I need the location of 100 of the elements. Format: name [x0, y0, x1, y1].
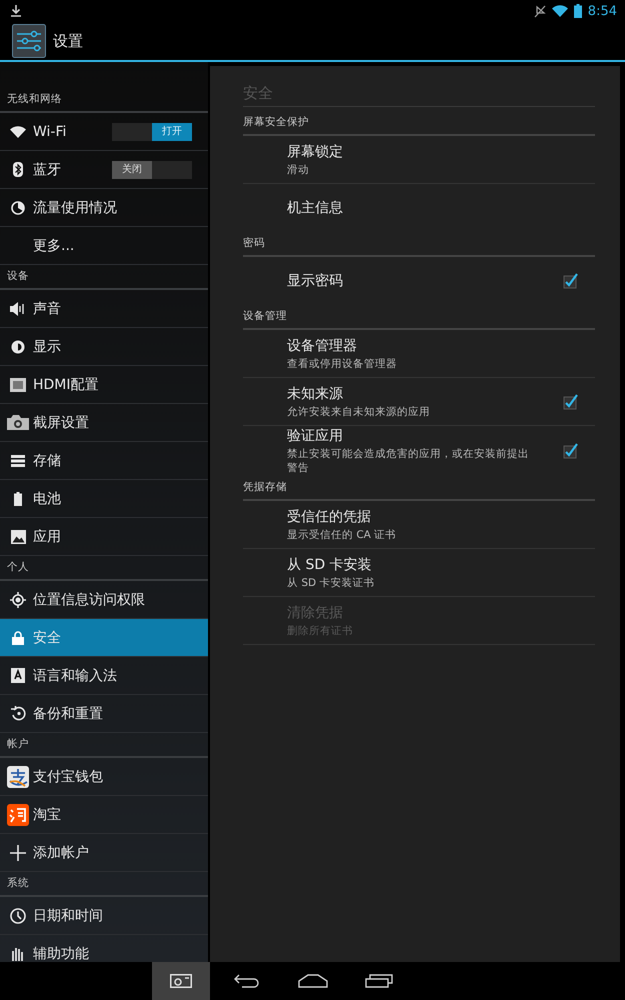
preference-title: 从 SD 卡安装 — [287, 556, 373, 574]
preference-item[interactable]: 设备管理器 查看或停用设备管理器 — [243, 330, 595, 378]
sidebar-item[interactable]: 语言和输入法 — [0, 657, 208, 695]
battery-icon — [574, 4, 582, 18]
category-header: 屏幕安全保护 — [243, 111, 595, 136]
sidebar-item-label: Wi-Fi — [33, 124, 68, 140]
preference-title: 验证应用 — [287, 427, 344, 445]
section-header: 系统 — [0, 872, 208, 897]
sidebar-item[interactable]: 支付宝钱包 — [0, 758, 208, 796]
settings-app-icon[interactable] — [12, 24, 46, 58]
sidebar-item-label: 应用 — [33, 528, 62, 546]
section-header: 无线和网络 — [0, 88, 208, 113]
checkbox[interactable] — [563, 273, 579, 289]
bluetooth-icon — [13, 162, 23, 177]
sidebar-item[interactable]: 添加帐户 — [0, 834, 208, 872]
sidebar-item[interactable]: 蓝牙 关闭 — [0, 151, 208, 189]
sidebar-item-label: 辅助功能 — [33, 944, 90, 962]
sidebar-item[interactable]: 显示 — [0, 328, 208, 366]
sidebar-item[interactable]: 安全 — [0, 619, 208, 657]
sidebar-item-label: 截屏设置 — [33, 414, 90, 432]
keyboard-letter-icon — [11, 668, 25, 683]
preference-summary: 允许安装来自未知来源的应用 — [287, 404, 431, 418]
pie-chart-icon — [11, 200, 25, 214]
wifi-icon — [10, 126, 26, 138]
category-header: 设备管理 — [243, 305, 595, 330]
sidebar-item-label: 蓝牙 — [33, 160, 62, 178]
plus-icon — [10, 844, 26, 860]
sidebar-item-label: 备份和重置 — [33, 704, 104, 722]
shopping-app-icon — [7, 804, 29, 826]
preference-title: 受信任的凭据 — [287, 508, 372, 526]
sidebar-item-label: HDMI配置 — [33, 376, 100, 394]
preference-item[interactable]: 机主信息 — [243, 184, 595, 232]
sidebar-item-label: 语言和输入法 — [33, 666, 118, 684]
preference-summary: 删除所有证书 — [287, 624, 354, 638]
preference-summary: 显示受信任的 CA 证书 — [287, 528, 398, 542]
square-icon — [10, 378, 26, 392]
section-header: 个人 — [0, 556, 208, 581]
sidebar-item-label: 电池 — [33, 490, 62, 508]
sidebar-item-label: 显示 — [33, 338, 62, 356]
battery-icon — [14, 492, 22, 506]
sidebar-item-label: 添加帐户 — [33, 844, 90, 862]
sidebar-item[interactable]: 备份和重置 — [0, 695, 208, 733]
preference-title: 清除凭据 — [287, 604, 344, 622]
preference-item[interactable]: 受信任的凭据 显示受信任的 CA 证书 — [243, 501, 595, 549]
image-icon — [10, 530, 26, 544]
sidebar-item-label: 日期和时间 — [33, 906, 104, 924]
preference-item[interactable]: 从 SD 卡安装 从 SD 卡安装证书 — [243, 549, 595, 597]
preference-item[interactable]: 未知来源 允许安装来自未知来源的应用 — [243, 378, 595, 426]
preference-summary: 从 SD 卡安装证书 — [287, 576, 376, 590]
sidebar-item[interactable]: HDMI配置 — [0, 366, 208, 404]
screenshot-button[interactable] — [152, 962, 210, 1000]
section-header: 帐户 — [0, 733, 208, 758]
sidebar-item-label: 流量使用情况 — [33, 198, 118, 216]
preference-item[interactable]: 显示密码 — [243, 257, 595, 305]
sidebar-item[interactable]: 截屏设置 — [0, 404, 208, 442]
speaker-icon — [10, 302, 26, 316]
app-title: 设置 — [53, 32, 83, 50]
preference-title: 未知来源 — [287, 384, 344, 402]
restore-icon — [10, 706, 26, 721]
sidebar-item-label: 淘宝 — [33, 806, 62, 824]
sidebar-item-label: 更多... — [33, 236, 76, 254]
section-header: 设备 — [0, 265, 208, 290]
sidebar-item[interactable]: 声音 — [0, 290, 208, 328]
preference-title: 显示密码 — [287, 272, 344, 290]
wifi-icon — [552, 5, 568, 17]
storage-icon — [11, 454, 25, 466]
sidebar-item-label: 声音 — [33, 300, 62, 318]
preference-summary: 禁止安装可能会造成危害的应用，或在安装前提出警告 — [287, 447, 530, 475]
preference-title: 屏幕锁定 — [287, 142, 344, 160]
preference-item[interactable]: 验证应用 禁止安装可能会造成危害的应用，或在安装前提出警告 — [243, 426, 595, 476]
sidebar-item-label: 支付宝钱包 — [33, 768, 104, 786]
sidebar-item[interactable]: 应用 — [0, 518, 208, 556]
sidebar-item[interactable]: 流量使用情况 — [0, 189, 208, 227]
sidebar-item[interactable]: 更多... — [0, 227, 208, 265]
preference-title: 设备管理器 — [287, 336, 358, 354]
category-header: 密码 — [243, 232, 595, 257]
lock-icon — [12, 630, 24, 644]
clock-icon — [10, 908, 26, 924]
location-icon — [10, 592, 26, 608]
sidebar-item-label: 存储 — [33, 452, 62, 470]
back-icon — [234, 974, 260, 988]
sidebar-item[interactable]: 电池 — [0, 480, 208, 518]
checkbox[interactable] — [563, 443, 579, 459]
sidebar-item[interactable]: 淘宝 — [0, 796, 208, 834]
clock-time: 8:54 — [588, 4, 617, 18]
sidebar-item-label: 位置信息访问权限 — [33, 590, 146, 608]
toggle-switch[interactable]: 关闭 — [112, 160, 192, 178]
preference-summary: 滑动 — [287, 162, 310, 176]
toggle-switch[interactable]: 打开 — [112, 122, 192, 140]
brightness-icon — [11, 340, 25, 354]
sidebar-item[interactable]: 日期和时间 — [0, 897, 208, 935]
checkbox[interactable] — [563, 394, 579, 410]
sidebar-item[interactable]: Wi-Fi 打开 — [0, 113, 208, 151]
preference-item[interactable]: 屏幕锁定 滑动 — [243, 136, 595, 184]
wallet-app-icon — [7, 766, 29, 788]
camera-icon — [7, 415, 29, 430]
sidebar-item[interactable]: 存储 — [0, 442, 208, 480]
preference-title: 机主信息 — [287, 199, 344, 217]
preference-summary: 查看或停用设备管理器 — [287, 356, 398, 370]
home-icon — [298, 974, 328, 988]
